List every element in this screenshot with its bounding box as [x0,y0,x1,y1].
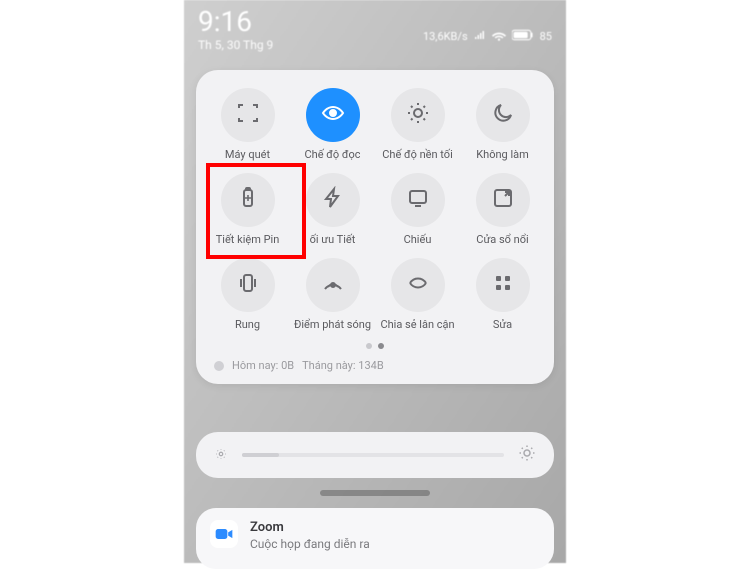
page-dots [206,343,544,349]
data-usage-row[interactable]: Hôm nay: 0B Tháng này: 134B [206,359,544,376]
dot-active [378,343,384,349]
grid-icon [491,271,515,299]
tile-reading-mode[interactable]: Chế độ đọc [291,84,374,163]
battery-icon [512,29,534,44]
tile-label: Sửa [493,318,512,331]
tile-nearby-share[interactable]: Chia sẻ lân cận [376,254,459,333]
sun-icon [406,101,430,129]
usage-month: Tháng này: 134B [302,359,384,372]
tile-label: Điểm phát sóng [294,318,371,331]
cast-icon [406,186,430,214]
notif-body: Cuộc họp đang diễn ra [250,537,370,551]
notification-card[interactable]: Zoom Cuộc họp đang diễn ra [196,508,554,569]
brightness-track[interactable] [242,453,504,457]
dot [366,343,372,349]
zoom-app-icon [210,520,238,548]
tile-label: Rung [235,318,260,331]
tile-label: Không làm [476,148,529,161]
highlight-box [206,163,306,259]
tile-edit[interactable]: Sửa [461,254,544,333]
brightness-slider[interactable] [196,432,554,478]
net-speed: 13,6KB/s [423,30,468,43]
bolt-icon [321,186,345,214]
moon-icon [491,101,515,129]
tile-label: Cửa sổ nổi [476,233,528,246]
scanner-icon [236,101,260,129]
usage-dot-icon [214,361,224,371]
tile-cast[interactable]: Chiếu [376,169,459,248]
nearby-icon [406,271,430,299]
tile-scanner[interactable]: Máy quét [206,84,289,163]
tile-label: Chế độ đọc [305,148,361,161]
wifi-icon [492,28,506,45]
eye-icon [321,101,345,129]
popup-icon [491,186,515,214]
vibrate-icon [236,271,260,299]
hotspot-icon [321,271,345,299]
tile-vibrate[interactable]: Rung [206,254,289,333]
signal-icon [474,29,486,44]
tile-label: Chế độ nền tối [382,148,453,161]
tile-dark-mode[interactable]: Chế độ nền tối [376,84,459,163]
tile-label: Máy quét [225,148,270,161]
home-indicator[interactable] [320,490,430,496]
tile-label: Chiếu [404,233,432,246]
brightness-fill [242,453,279,457]
tile-floating-window[interactable]: Cửa sổ nổi [461,169,544,248]
status-right: 13,6KB/s 85 [423,28,552,45]
status-bar: 9:16 Th 5, 30 Thg 9 13,6KB/s 85 [184,0,566,62]
tile-hotspot[interactable]: Điểm phát sóng [291,254,374,333]
brightness-low-icon [214,446,228,465]
brightness-high-icon [518,444,536,466]
tile-label: Chia sẻ lân cận [380,318,454,331]
tile-dnd[interactable]: Không làm [461,84,544,163]
battery-pct: 85 [540,30,552,43]
tile-label: ối ưu Tiết [310,233,356,246]
notif-title: Zoom [250,520,370,535]
usage-today: Hôm nay: 0B [232,359,294,372]
stage: 9:16 Th 5, 30 Thg 9 13,6KB/s 85 Máy quét… [0,0,750,563]
